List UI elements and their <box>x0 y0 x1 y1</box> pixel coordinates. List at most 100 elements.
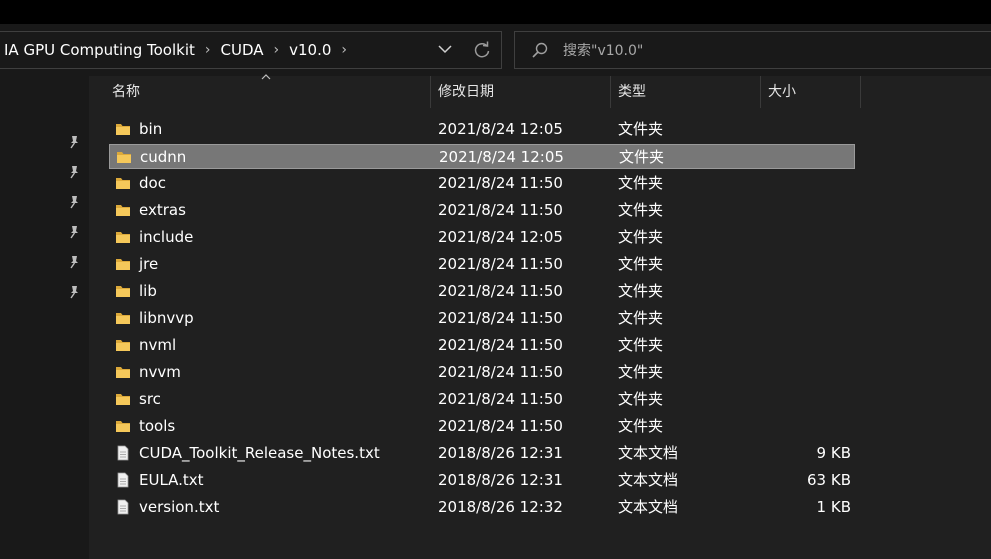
table-row-selected[interactable]: cudnn 2021/8/24 12:05 文件夹 <box>109 144 855 169</box>
folder-icon <box>116 340 130 351</box>
folder-icon <box>117 152 131 163</box>
table-row[interactable]: libnvvp 2021/8/24 11:50 文件夹 <box>109 306 855 331</box>
folder-icon <box>116 394 130 405</box>
folder-icon <box>116 205 130 216</box>
search-input[interactable] <box>561 38 965 64</box>
table-row[interactable]: extras 2021/8/24 11:50 文件夹 <box>109 198 855 223</box>
file-name: extras <box>139 201 186 219</box>
table-row[interactable]: version.txt 2018/8/26 12:32 文本文档 1 KB <box>109 495 855 520</box>
file-size <box>771 252 851 277</box>
file-size: 1 KB <box>816 498 851 516</box>
table-row[interactable]: lib 2021/8/24 11:50 文件夹 <box>109 279 855 304</box>
pin-icon[interactable] <box>67 195 81 209</box>
file-date: 2021/8/24 12:05 <box>439 148 564 166</box>
folder-icon <box>116 367 130 378</box>
navigation-pane[interactable] <box>0 76 89 559</box>
folder-icon <box>116 232 130 243</box>
pin-icon[interactable] <box>67 225 81 239</box>
column-header-name[interactable]: 名称 <box>104 76 430 108</box>
file-name: lib <box>139 282 157 300</box>
file-name: libnvvp <box>139 309 194 327</box>
file-type: 文件夹 <box>618 336 664 354</box>
chevron-down-icon[interactable] <box>436 40 454 58</box>
file-type: 文件夹 <box>618 282 664 300</box>
table-row[interactable]: doc 2021/8/24 11:50 文件夹 <box>109 171 855 196</box>
text-file-icon <box>117 499 129 515</box>
file-date: 2021/8/24 11:50 <box>438 336 563 354</box>
file-type: 文本文档 <box>618 444 679 462</box>
table-row[interactable]: bin 2021/8/24 12:05 文件夹 <box>109 117 855 142</box>
file-list[interactable]: 名称 修改日期 类型 大小 bin 2021/8/24 12:05 文件夹 cudnn… <box>89 74 991 559</box>
search-box[interactable] <box>514 31 991 69</box>
address-bar[interactable]: IA GPU Computing Toolkit › CUDA › v10.0 … <box>0 31 502 69</box>
pin-icon[interactable] <box>67 285 81 299</box>
folder-icon <box>116 124 130 135</box>
column-header-type[interactable]: 类型 <box>610 76 760 108</box>
file-name: nvvm <box>139 363 181 381</box>
file-date: 2021/8/24 12:05 <box>438 120 563 138</box>
file-date: 2018/8/26 12:31 <box>438 471 563 489</box>
file-size <box>772 145 852 170</box>
refresh-icon[interactable] <box>472 40 492 60</box>
file-name: doc <box>139 174 166 192</box>
file-type: 文本文档 <box>618 471 679 489</box>
breadcrumb-item-version[interactable]: v10.0 <box>285 41 335 59</box>
chevron-right-icon[interactable]: › <box>268 42 286 58</box>
file-type: 文件夹 <box>618 363 664 381</box>
folder-icon <box>116 313 130 324</box>
breadcrumb-item-cuda[interactable]: CUDA <box>217 41 268 59</box>
file-name: version.txt <box>139 498 220 516</box>
file-type: 文件夹 <box>618 417 664 435</box>
file-size <box>771 117 851 142</box>
column-header-date[interactable]: 修改日期 <box>430 76 610 108</box>
file-type: 文件夹 <box>618 174 664 192</box>
table-row[interactable]: include 2021/8/24 12:05 文件夹 <box>109 225 855 250</box>
file-size <box>771 279 851 304</box>
chevron-right-icon[interactable]: › <box>199 42 217 58</box>
file-name: tools <box>139 417 176 435</box>
file-date: 2021/8/24 11:50 <box>438 390 563 408</box>
folder-icon <box>116 286 130 297</box>
file-type: 文件夹 <box>618 309 664 327</box>
pin-icon[interactable] <box>67 255 81 269</box>
file-type: 文本文档 <box>618 498 679 516</box>
folder-icon <box>116 421 130 432</box>
file-name: CUDA_Toolkit_Release_Notes.txt <box>139 444 380 462</box>
table-row[interactable]: nvvm 2021/8/24 11:50 文件夹 <box>109 360 855 385</box>
column-header-size[interactable]: 大小 <box>760 76 860 108</box>
breadcrumb-item-toolkit[interactable]: IA GPU Computing Toolkit <box>0 41 199 59</box>
file-size <box>771 387 851 412</box>
table-row[interactable]: jre 2021/8/24 11:50 文件夹 <box>109 252 855 277</box>
folder-icon <box>116 259 130 270</box>
table-row[interactable]: CUDA_Toolkit_Release_Notes.txt 2018/8/26 … <box>109 441 855 466</box>
file-name: cudnn <box>140 148 187 166</box>
column-divider[interactable] <box>860 76 861 108</box>
text-file-icon <box>117 445 129 461</box>
file-name: include <box>139 228 194 246</box>
file-type: 文件夹 <box>618 120 664 138</box>
file-name: src <box>139 390 161 408</box>
file-type: 文件夹 <box>619 148 665 166</box>
table-row[interactable]: src 2021/8/24 11:50 文件夹 <box>109 387 855 412</box>
file-name: jre <box>139 255 159 273</box>
chevron-right-icon[interactable]: › <box>335 42 353 58</box>
file-size <box>771 360 851 385</box>
file-size: 63 KB <box>807 471 851 489</box>
table-row[interactable]: tools 2021/8/24 11:50 文件夹 <box>109 414 855 439</box>
file-date: 2021/8/24 11:50 <box>438 174 563 192</box>
window-top-bar <box>0 0 991 24</box>
table-row[interactable]: nvml 2021/8/24 11:50 文件夹 <box>109 333 855 358</box>
file-date: 2021/8/24 11:50 <box>438 417 563 435</box>
folder-icon <box>116 178 130 189</box>
pin-icon[interactable] <box>67 165 81 179</box>
file-date: 2018/8/26 12:32 <box>438 498 563 516</box>
file-date: 2021/8/24 11:50 <box>438 363 563 381</box>
file-size <box>771 171 851 196</box>
file-name: bin <box>139 120 163 138</box>
file-type: 文件夹 <box>618 201 664 219</box>
table-row[interactable]: EULA.txt 2018/8/26 12:31 文本文档 63 KB <box>109 468 855 493</box>
file-date: 2021/8/24 11:50 <box>438 309 563 327</box>
file-size <box>771 198 851 223</box>
pin-icon[interactable] <box>67 135 81 149</box>
file-size <box>771 306 851 331</box>
